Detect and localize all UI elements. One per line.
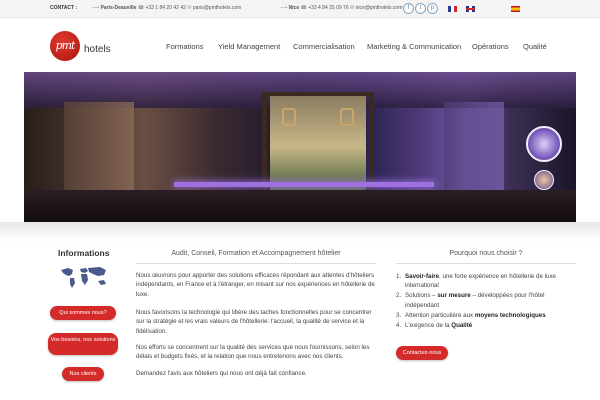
twitter-icon[interactable]: t: [415, 3, 426, 14]
lamp-icon: [340, 108, 354, 126]
list-item: 4. L'exigence de la Qualité: [396, 321, 473, 329]
quality-paragraph: Nos efforts se concentrent sur la qualit…: [136, 344, 370, 361]
nice-city: Nice: [288, 5, 300, 11]
intro-paragraph: Nous œuvrons pour apporter des solutions…: [136, 272, 375, 298]
gallery-thumb-2[interactable]: [534, 170, 554, 190]
contact-bar: CONTACT : ⟶ Paris-Deauville ☎ +33 1 84 2…: [0, 0, 600, 18]
nav-commercialisation[interactable]: Commercialisation: [293, 42, 355, 51]
paris-contact: ⟶ Paris-Deauville ☎ +33 1 84 20 42 42 ✉ …: [92, 5, 241, 11]
nav-operations[interactable]: Opérations: [472, 42, 509, 51]
logo[interactable]: pmt: [50, 31, 80, 61]
facebook-icon[interactable]: f: [403, 3, 414, 14]
flag-uk-icon[interactable]: [466, 6, 475, 12]
paris-phone[interactable]: +33 1 84 20 42 42: [145, 5, 185, 11]
phone-icon: ☎: [300, 5, 307, 11]
why-choose-title: Pourquoi nous choisir ?: [449, 250, 523, 257]
informations-title: Informations: [58, 248, 110, 258]
arrow-icon: ⟶: [92, 5, 100, 11]
services-title: Audit, Conseil, Formation et Accompagnem…: [171, 250, 341, 257]
list-item: 3. Attention particulière aux moyens tec…: [396, 311, 546, 319]
logo-text[interactable]: hotels: [84, 44, 111, 55]
needs-solutions-button[interactable]: Vos besoins, nos solutions: [48, 333, 118, 355]
testimonial-paragraph: Demandez l'avis aux hôteliers qui nous o…: [136, 370, 307, 377]
about-us-button[interactable]: Qui sommes nous?: [50, 306, 116, 320]
world-map-icon: [61, 267, 106, 288]
site-header: pmt hotels Formations Yield Management C…: [0, 18, 600, 70]
contact-label: CONTACT :: [50, 5, 78, 11]
technology-paragraph: Nous favorisons la technologie qui libèr…: [136, 309, 372, 335]
nice-contact: ⟶ Nice ☎ +33 4 84 25 09 76 ✉ nice@pmthot…: [280, 5, 402, 11]
paris-email[interactable]: paris@pmthotels.com: [193, 5, 241, 11]
nav-qualite[interactable]: Qualité: [523, 42, 547, 51]
gallery-thumb-1[interactable]: [526, 126, 562, 162]
pinterest-icon[interactable]: p: [427, 3, 438, 14]
arrow-icon: ⟶: [280, 5, 288, 11]
paris-city: Paris-Deauville: [100, 5, 137, 11]
mail-icon: ✉: [350, 5, 355, 11]
list-item: 2. Solutions – sur mesure – développées …: [396, 292, 545, 309]
lamp-icon: [282, 108, 296, 126]
flag-es-icon[interactable]: [511, 6, 520, 12]
list-item: 1. Savoir-faire, une forte expérience en…: [396, 273, 556, 290]
contact-us-button[interactable]: Contactez-nous: [396, 346, 448, 360]
nav-yield-management[interactable]: Yield Management: [218, 42, 280, 51]
phone-icon: ☎: [137, 5, 145, 11]
nav-marketing[interactable]: Marketing & Communication: [367, 42, 461, 51]
flag-fr-icon[interactable]: [448, 6, 457, 12]
reasons-list: 1. Savoir-faire, une forte expérience en…: [396, 272, 576, 330]
nice-phone[interactable]: +33 4 84 25 09 76: [308, 5, 348, 11]
nice-email[interactable]: nice@pmthotels.com: [356, 5, 403, 11]
clients-button[interactable]: Nos clients: [62, 367, 104, 381]
mail-icon: ✉: [187, 5, 192, 11]
nav-formations[interactable]: Formations: [166, 42, 204, 51]
hero-banner: [24, 72, 576, 222]
